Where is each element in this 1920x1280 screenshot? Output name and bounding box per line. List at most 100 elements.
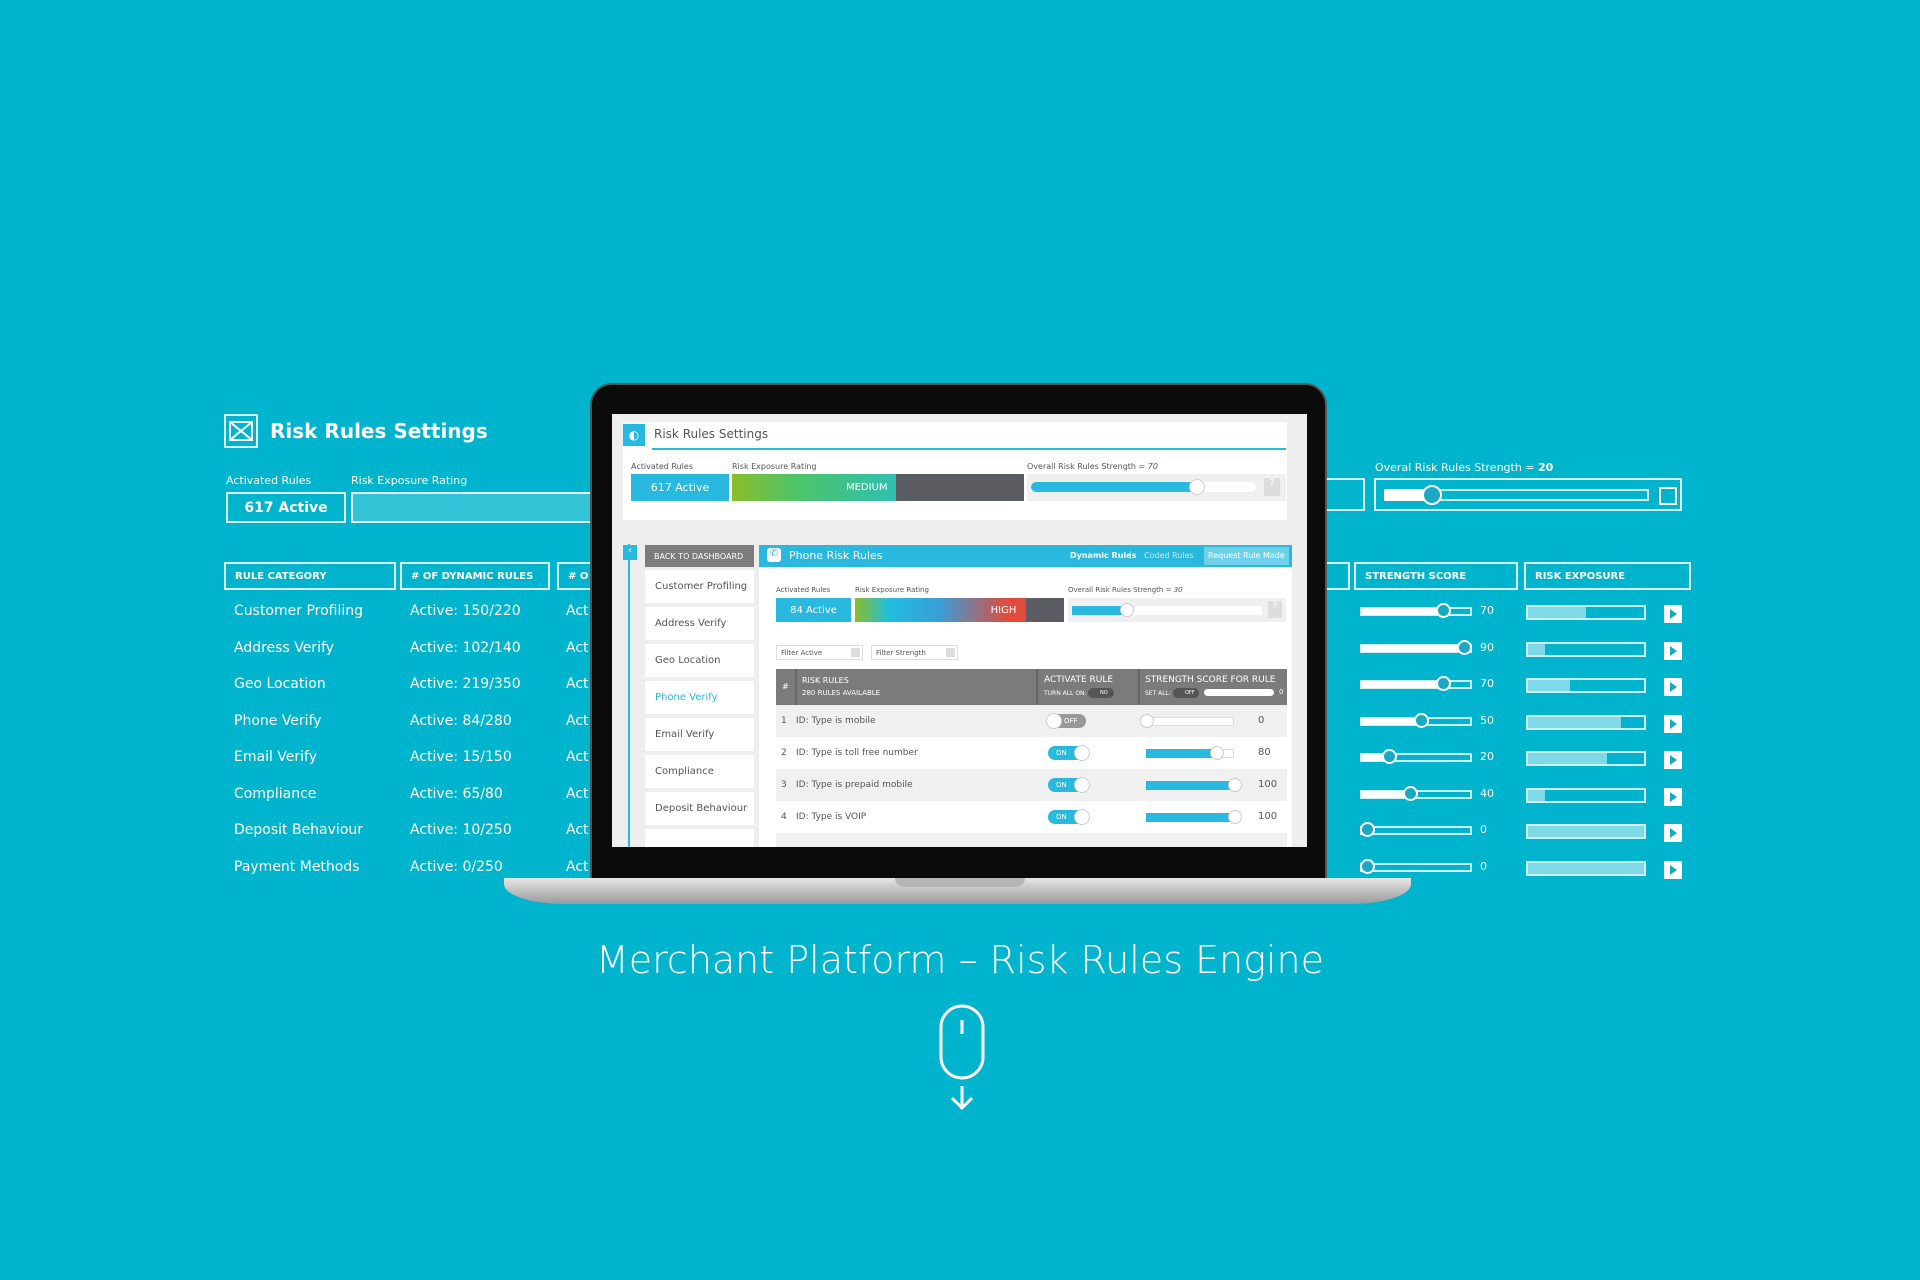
eye-icon: ◐ [623, 424, 645, 446]
third-col: Act [566, 639, 589, 656]
category-label[interactable]: Phone Verify [234, 713, 322, 729]
th-strength-score: STRENGTH SCORE FOR RULE [1145, 675, 1276, 685]
collapse-toggle[interactable]: ‹ [623, 545, 637, 560]
score-knob[interactable] [1140, 714, 1154, 728]
category-label[interactable]: Customer Profiling [234, 603, 363, 619]
strength-value: 70 [1480, 677, 1494, 690]
exposure-bar: MEDIUM [732, 474, 1024, 501]
slider-knob[interactable] [1381, 749, 1397, 764]
dynamic-count: Active: 15/150 [410, 749, 512, 765]
category-label[interactable]: Email Verify [234, 749, 317, 765]
exposure-fill [1528, 826, 1644, 837]
table-row: 1 ID: Type is mobile OFF 0 [776, 705, 1287, 737]
third-col: Act [566, 676, 589, 692]
strength-slider[interactable] [1360, 785, 1472, 801]
dynamic-count: Active: 65/80 [410, 785, 503, 802]
sidebar-item[interactable]: Address Verify [645, 607, 754, 640]
th-activate-rule: ACTIVATE RULE [1044, 675, 1114, 685]
category-label[interactable]: Payment Methods [234, 859, 360, 875]
sidebar-item[interactable]: Deposit Behaviour [645, 792, 754, 825]
sidebar-item[interactable]: Email Verify [645, 718, 754, 751]
header-rule-category: RULE CATEGORY [224, 562, 396, 590]
turn-all-toggle[interactable]: NO [1088, 688, 1114, 698]
slider-knob[interactable] [1414, 712, 1429, 728]
slider-knob[interactable] [1360, 822, 1375, 837]
help-button[interactable]: ? [1264, 478, 1280, 496]
category-label[interactable]: Deposit Behaviour [234, 822, 363, 838]
bg-strength-slider[interactable] [1374, 478, 1682, 511]
strength-value: 40 [1480, 786, 1494, 800]
expand-button[interactable] [1664, 751, 1682, 769]
strength-slider[interactable] [1360, 749, 1472, 764]
expand-button[interactable] [1664, 605, 1682, 623]
slider-knob[interactable] [1360, 858, 1375, 874]
strength-slider[interactable]: ? [1027, 474, 1286, 501]
exposure-fill [1528, 716, 1621, 728]
slider-knob[interactable] [1457, 639, 1473, 655]
laptop-notch [895, 878, 1025, 887]
score-track [1146, 717, 1234, 726]
bg-strength-label: Overal Risk Rules Strength = 20 [1375, 461, 1554, 474]
tab-dynamic-rules[interactable]: Dynamic Rules [1070, 551, 1136, 560]
strength-slider[interactable] [1360, 858, 1472, 874]
exposure-bar [1526, 751, 1646, 766]
score-value: 0 [1258, 715, 1265, 726]
filter-strength-select[interactable]: Filter Strength [871, 645, 958, 660]
panel-exposure-bar: HIGH [855, 598, 1064, 622]
bg-activated-box: 617 Active [226, 492, 346, 523]
expand-button[interactable] [1664, 787, 1682, 806]
mouse-scroll-icon[interactable] [939, 1004, 985, 1116]
sidebar-item[interactable]: Phone Verify [645, 681, 754, 714]
panel-exposure-value: HIGH [855, 598, 1027, 622]
category-label[interactable]: Geo Location [234, 676, 326, 692]
strength-slider[interactable] [1360, 603, 1472, 618]
set-all-toggle[interactable]: OFF [1173, 688, 1199, 698]
help-box[interactable] [1659, 487, 1677, 505]
category-label[interactable]: Compliance [234, 786, 316, 802]
chevron-down-icon [946, 648, 955, 657]
bg-activated-value: 617 Active [244, 499, 328, 516]
third-col: Act [566, 749, 589, 765]
panel-help-button[interactable]: ? [1268, 601, 1282, 618]
slider-knob[interactable] [1403, 785, 1419, 801]
tab-separator: | [1129, 550, 1132, 559]
strength-slider[interactable] [1360, 712, 1472, 728]
request-rule-button[interactable]: Request Rule Made [1204, 547, 1289, 565]
exposure-fill [1528, 862, 1644, 874]
bg-activated-label: Activated Rules [226, 474, 312, 487]
sidebar-item[interactable]: Geo Location [645, 644, 754, 677]
sidebar-item[interactable] [645, 829, 754, 847]
dynamic-count: Active: 84/280 [410, 712, 512, 729]
tab-coded-rules[interactable]: Coded Rules [1144, 551, 1194, 560]
expand-button[interactable] [1664, 678, 1682, 696]
strength-slider[interactable] [1360, 822, 1472, 837]
slider-fill [1362, 790, 1406, 798]
category-label[interactable]: Address Verify [234, 640, 334, 656]
slider-knob[interactable] [1435, 676, 1451, 691]
play-icon [1670, 682, 1677, 692]
row-number: 3 [781, 780, 787, 790]
row-number: 4 [781, 812, 787, 822]
score-fill [1146, 749, 1217, 758]
filter-active-select[interactable]: Filter Active [776, 645, 863, 660]
exposure-bar [1526, 860, 1646, 876]
panel-strength-slider[interactable]: ? [1068, 598, 1286, 622]
bg-exposure-box [351, 492, 611, 523]
phone-icon: ✆ [767, 548, 781, 562]
slider-knob[interactable] [1435, 603, 1451, 618]
sidebar-item[interactable]: Customer Profiling [645, 570, 754, 603]
expand-button[interactable] [1664, 860, 1682, 879]
slider-fill [1362, 717, 1416, 725]
toggle-knob [1074, 745, 1090, 761]
expand-button[interactable] [1664, 641, 1682, 660]
back-to-dashboard[interactable]: BACK TO DASHBOARD [645, 545, 754, 567]
slider-knob[interactable] [1421, 485, 1442, 505]
score-knob[interactable] [1228, 778, 1242, 792]
exposure-fill [1528, 680, 1570, 691]
expand-button[interactable] [1664, 714, 1682, 733]
score-knob[interactable] [1228, 810, 1242, 824]
strength-slider[interactable] [1360, 676, 1472, 691]
sidebar-item[interactable]: Compliance [645, 755, 754, 788]
expand-button[interactable] [1664, 824, 1682, 842]
strength-slider[interactable] [1360, 639, 1473, 655]
